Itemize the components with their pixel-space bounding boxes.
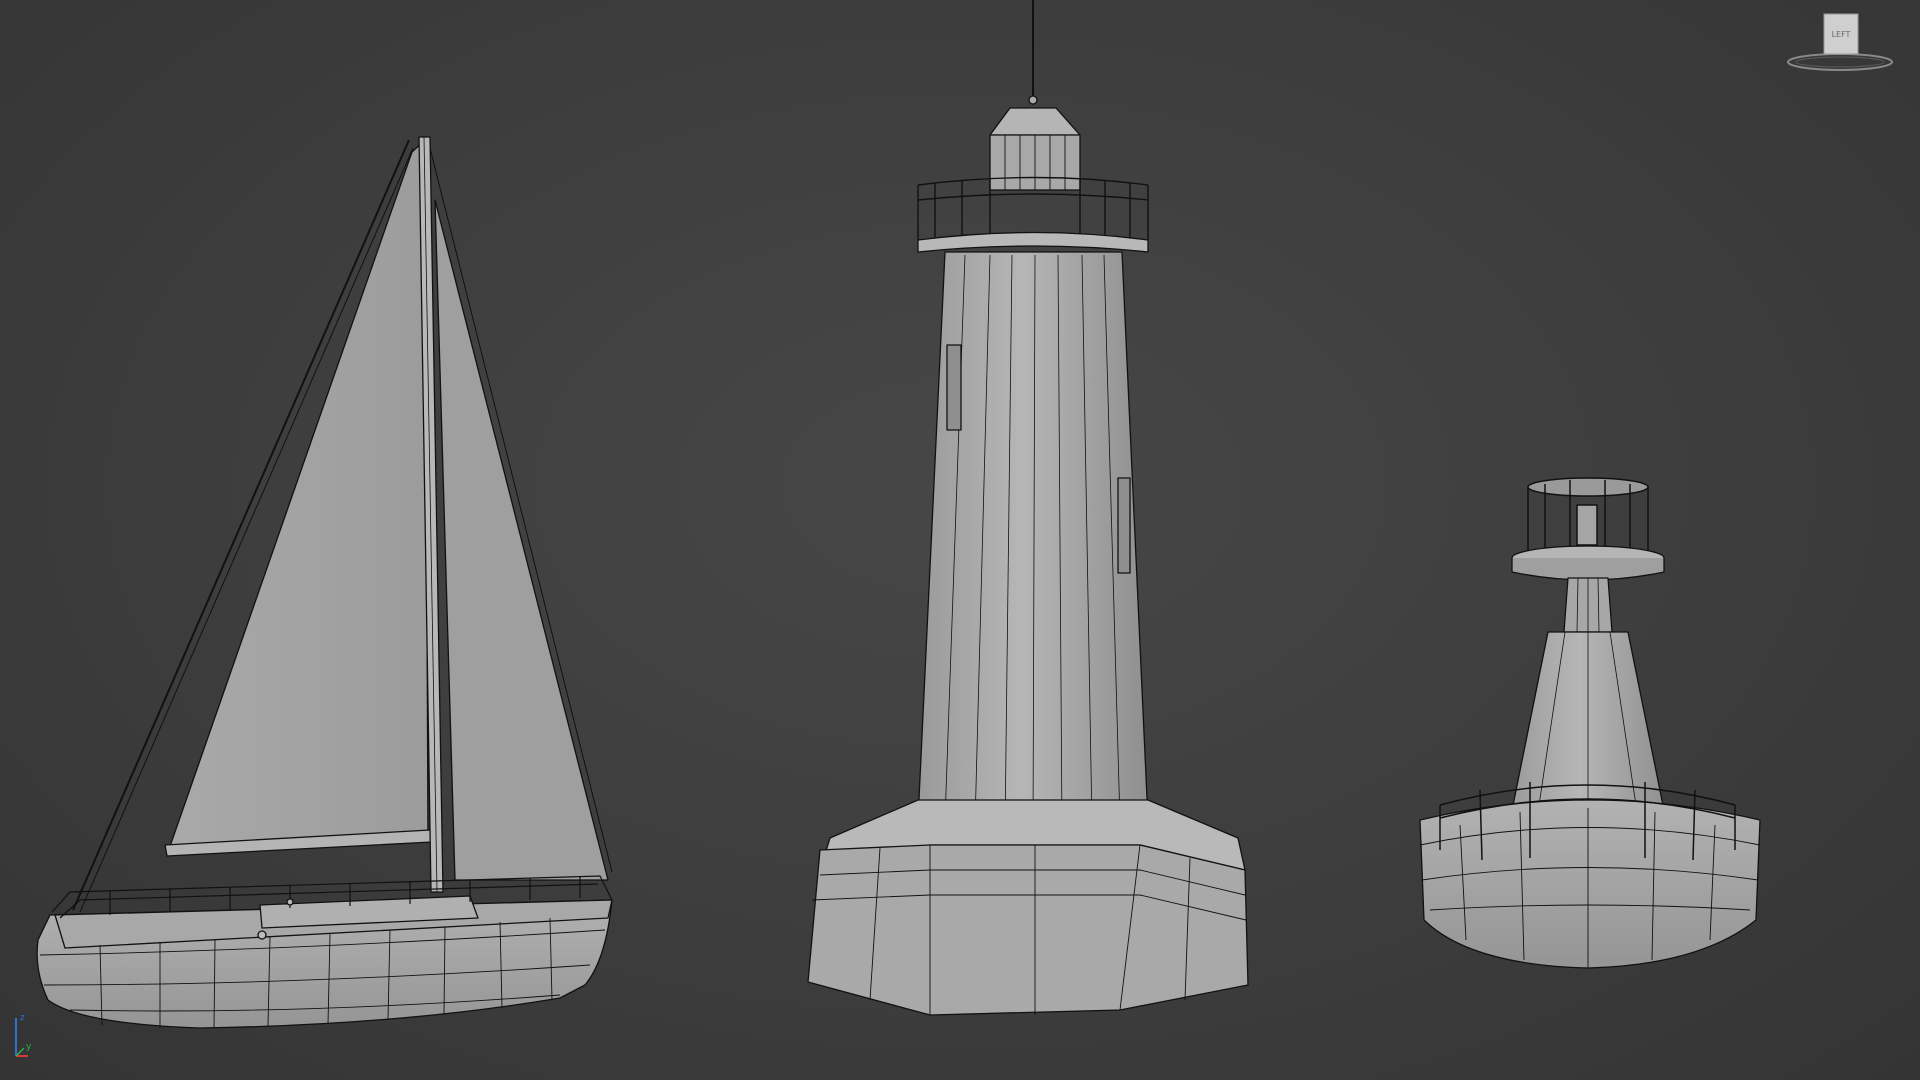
tower-window	[1117, 477, 1131, 574]
z-axis-label: z	[20, 1013, 25, 1023]
buoy-beacon-model[interactable]	[1419, 477, 1761, 969]
viewport-left[interactable]: LEFT z y	[0, 0, 1920, 1080]
gallery-deck	[917, 231, 1149, 253]
lighthouse-base	[807, 844, 1249, 1016]
jib-sail	[434, 199, 609, 881]
y-axis-label: y	[26, 1042, 32, 1052]
y-axis-line	[15, 1047, 25, 1057]
sailboat-model[interactable]	[36, 136, 613, 1029]
main-sail	[167, 139, 429, 853]
tower-window	[946, 344, 962, 431]
lantern-dome	[989, 107, 1081, 136]
axis-tripod: z y	[15, 1013, 32, 1057]
scene-canvas	[36, 0, 1761, 1029]
lighthouse-model[interactable]	[807, 0, 1249, 1016]
viewcube[interactable]: LEFT	[1780, 8, 1900, 74]
beacon-cage	[1527, 477, 1649, 555]
viewcube-face-label[interactable]: LEFT	[1832, 30, 1851, 39]
buoy-float	[1419, 799, 1761, 969]
viewcube-compass-ring	[1787, 53, 1893, 71]
deck-winch	[257, 930, 267, 940]
